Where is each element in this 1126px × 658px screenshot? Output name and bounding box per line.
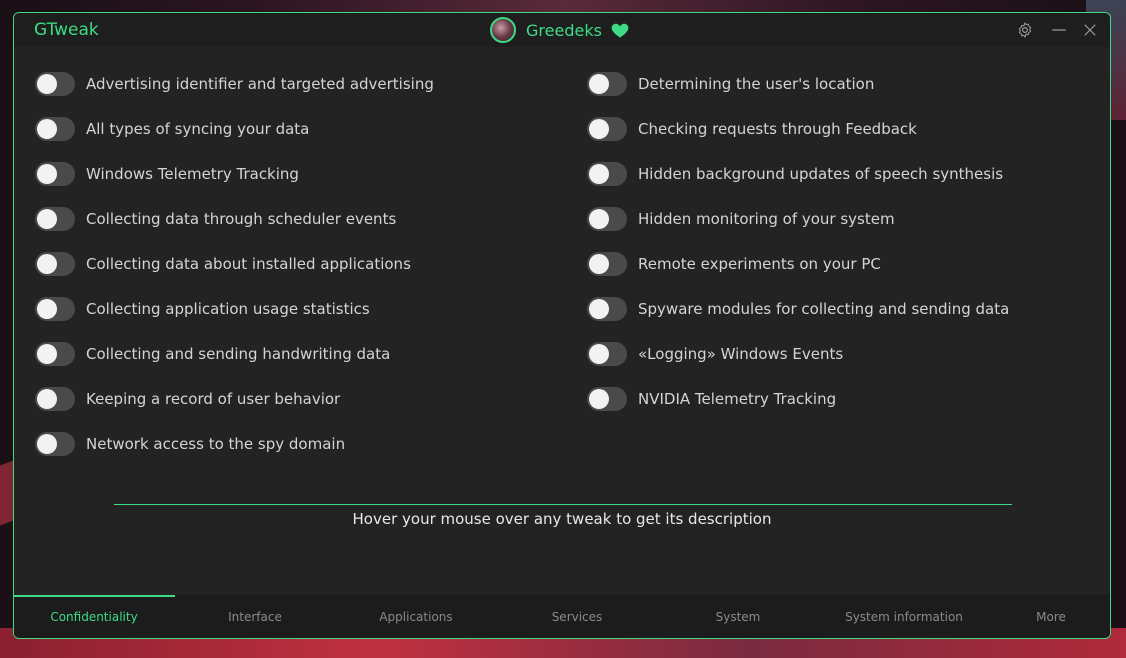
toggle-knob [589, 119, 609, 139]
toggle-switch[interactable] [35, 432, 75, 456]
tab-confidentiality[interactable]: Confidentiality [14, 595, 174, 638]
tweak-row[interactable]: Hidden background updates of speech synt… [587, 161, 1003, 187]
tweak-row[interactable]: All types of syncing your data [35, 116, 309, 142]
tab-system-information[interactable]: System information [824, 595, 984, 638]
tab-applications[interactable]: Applications [336, 595, 496, 638]
toggle-knob [589, 344, 609, 364]
toggle-knob [589, 164, 609, 184]
username: Greedeks [526, 20, 602, 40]
tweak-label: Hidden background updates of speech synt… [638, 165, 1004, 183]
divider [114, 504, 1012, 505]
tab-system[interactable]: System [658, 595, 818, 638]
tweak-label: Remote experiments on your PC [638, 255, 881, 273]
tweak-row[interactable]: NVIDIA Telemetry Tracking [587, 386, 836, 412]
tweak-row[interactable]: Windows Telemetry Tracking [35, 161, 299, 187]
heart-icon [611, 23, 629, 38]
tweak-label: «Logging» Windows Events [638, 345, 844, 363]
app-title: GTweak [34, 20, 99, 40]
toggle-knob [37, 434, 57, 454]
tab-more[interactable]: More [971, 595, 1110, 638]
tweak-row[interactable]: Collecting data about installed applicat… [35, 251, 411, 277]
toggle-switch[interactable] [587, 297, 627, 321]
toggle-knob [589, 389, 609, 409]
tab-interface[interactable]: Interface [175, 595, 335, 638]
tweak-row[interactable]: Remote experiments on your PC [587, 251, 881, 277]
tweak-row[interactable]: Collecting application usage statistics [35, 296, 370, 322]
toggle-knob [37, 119, 57, 139]
tweak-label: Keeping a record of user behavior [86, 390, 341, 408]
toggle-knob [37, 74, 57, 94]
toggle-switch[interactable] [35, 207, 75, 231]
tweak-label: All types of syncing your data [86, 120, 310, 138]
toggle-switch[interactable] [587, 117, 627, 141]
toggle-switch[interactable] [35, 72, 75, 96]
toggle-switch[interactable] [35, 117, 75, 141]
tweak-label: Hidden monitoring of your system [638, 210, 895, 228]
toggle-knob [37, 209, 57, 229]
user-profile[interactable]: Greedeks [490, 16, 630, 44]
tweak-row[interactable]: «Logging» Windows Events [587, 341, 843, 367]
tweak-label: Collecting application usage statistics [86, 300, 370, 318]
tweak-row[interactable]: Collecting and sending handwriting data [35, 341, 390, 367]
app-window: GTweak Greedeks Advertising identifier a… [13, 12, 1111, 639]
close-icon[interactable] [1081, 21, 1099, 39]
tweak-label: Collecting and sending handwriting data [86, 345, 391, 363]
tweak-row[interactable]: Checking requests through Feedback [587, 116, 917, 142]
avatar[interactable] [490, 17, 516, 43]
toggle-knob [37, 164, 57, 184]
toggle-switch[interactable] [587, 252, 627, 276]
toggle-knob [37, 254, 57, 274]
toggle-switch[interactable] [587, 207, 627, 231]
toggle-switch[interactable] [587, 387, 627, 411]
description-hint: Hover your mouse over any tweak to get i… [352, 510, 772, 528]
tweak-label: NVIDIA Telemetry Tracking [638, 390, 837, 408]
toggle-knob [589, 209, 609, 229]
tweak-label: Checking requests through Feedback [638, 120, 917, 138]
tweak-label: Spyware modules for collecting and sendi… [638, 300, 1010, 318]
tweak-row[interactable]: Determining the user's location [587, 71, 874, 97]
toggle-knob [589, 74, 609, 94]
toggle-knob [589, 254, 609, 274]
toggle-switch[interactable] [35, 297, 75, 321]
tweak-row[interactable]: Keeping a record of user behavior [35, 386, 340, 412]
minimize-icon[interactable] [1050, 21, 1068, 39]
tweak-row[interactable]: Collecting data through scheduler events [35, 206, 396, 232]
toggle-switch[interactable] [35, 162, 75, 186]
toggle-switch[interactable] [35, 252, 75, 276]
tweak-label: Network access to the spy domain [86, 435, 346, 453]
toggle-knob [37, 389, 57, 409]
tweak-row[interactable]: Hidden monitoring of your system [587, 206, 895, 232]
tweak-label: Windows Telemetry Tracking [86, 165, 299, 183]
tab-bar: Confidentiality Interface Applications Serv… [14, 595, 1110, 638]
gear-icon[interactable] [1016, 21, 1034, 39]
toggle-knob [37, 299, 57, 319]
toggle-switch[interactable] [587, 162, 627, 186]
toggle-switch[interactable] [35, 387, 75, 411]
tweak-row[interactable]: Advertising identifier and targeted adve… [35, 71, 434, 97]
toggle-knob [589, 299, 609, 319]
tweak-label: Collecting data about installed applicat… [86, 255, 411, 273]
toggle-switch[interactable] [587, 342, 627, 366]
tweak-label: Determining the user's location [638, 75, 875, 93]
toggle-knob [37, 344, 57, 364]
toggle-switch[interactable] [587, 72, 627, 96]
tweak-row[interactable]: Network access to the spy domain [35, 431, 345, 457]
tweak-label: Advertising identifier and targeted adve… [86, 75, 434, 93]
toggle-switch[interactable] [35, 342, 75, 366]
tweak-row[interactable]: Spyware modules for collecting and sendi… [587, 296, 1009, 322]
tab-services[interactable]: Services [497, 595, 657, 638]
title-bar[interactable]: GTweak Greedeks [14, 13, 1110, 47]
tweak-label: Collecting data through scheduler events [86, 210, 397, 228]
